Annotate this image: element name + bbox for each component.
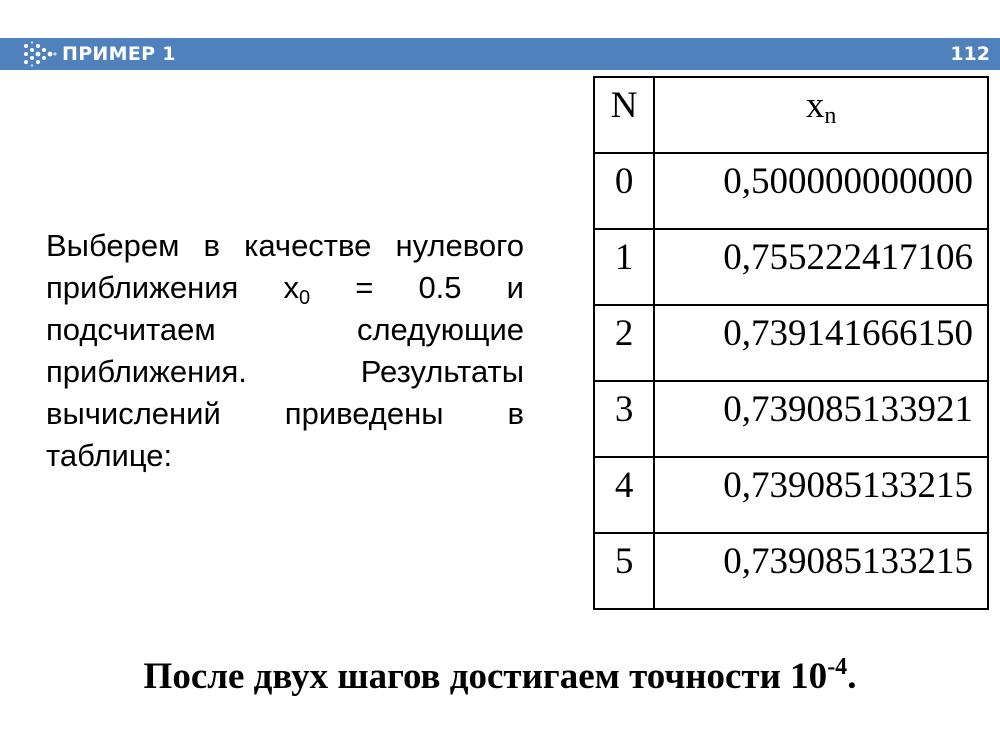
table-row: 1 0,755222417106 [592, 228, 989, 306]
row-n: 5 [592, 532, 656, 610]
row-n: 1 [592, 228, 656, 306]
conclusion-end: . [847, 656, 857, 697]
slide-number: 112 [950, 43, 990, 65]
row-n: 4 [592, 456, 656, 534]
header-xn: xn [653, 76, 989, 154]
row-x: 0,739085133215 [653, 456, 989, 534]
row-n: 2 [592, 304, 656, 382]
row-x: 0,500000000000 [653, 152, 989, 230]
table-header-row: N xn [592, 76, 989, 154]
table-row: 4 0,739085133215 [592, 456, 989, 534]
row-x: 0,739141666150 [653, 304, 989, 382]
conclusion-text: После двух шагов достигаем точности 10-4… [0, 655, 1000, 698]
header-x: x [805, 85, 825, 126]
results-table: N xn 0 0,500000000000 1 0,755222417106 2… [592, 76, 989, 610]
header-bar: ПРИМЕР 1 112 [0, 38, 1000, 70]
table-row: 0 0,500000000000 [592, 152, 989, 230]
table-row: 2 0,739141666150 [592, 304, 989, 382]
row-n: 3 [592, 380, 656, 458]
row-x: 0,739085133215 [653, 532, 989, 610]
row-x: 0,739085133921 [653, 380, 989, 458]
intro-text: Выберем в качестве нулевого приближения … [46, 225, 524, 477]
table-row: 3 0,739085133921 [592, 380, 989, 458]
dotted-chevron-icon [24, 41, 57, 67]
row-x: 0,755222417106 [653, 228, 989, 306]
conclusion-exponent: -4 [827, 654, 848, 680]
conclusion-main: После двух шагов достигаем точности 10 [143, 656, 828, 697]
table-row: 5 0,739085133215 [592, 532, 989, 610]
row-n: 0 [592, 152, 656, 230]
intro-subscript: 0 [298, 287, 311, 309]
slide-title: ПРИМЕР 1 [62, 43, 176, 65]
header-n: N [592, 76, 656, 154]
header-x-subscript: n [824, 103, 837, 129]
